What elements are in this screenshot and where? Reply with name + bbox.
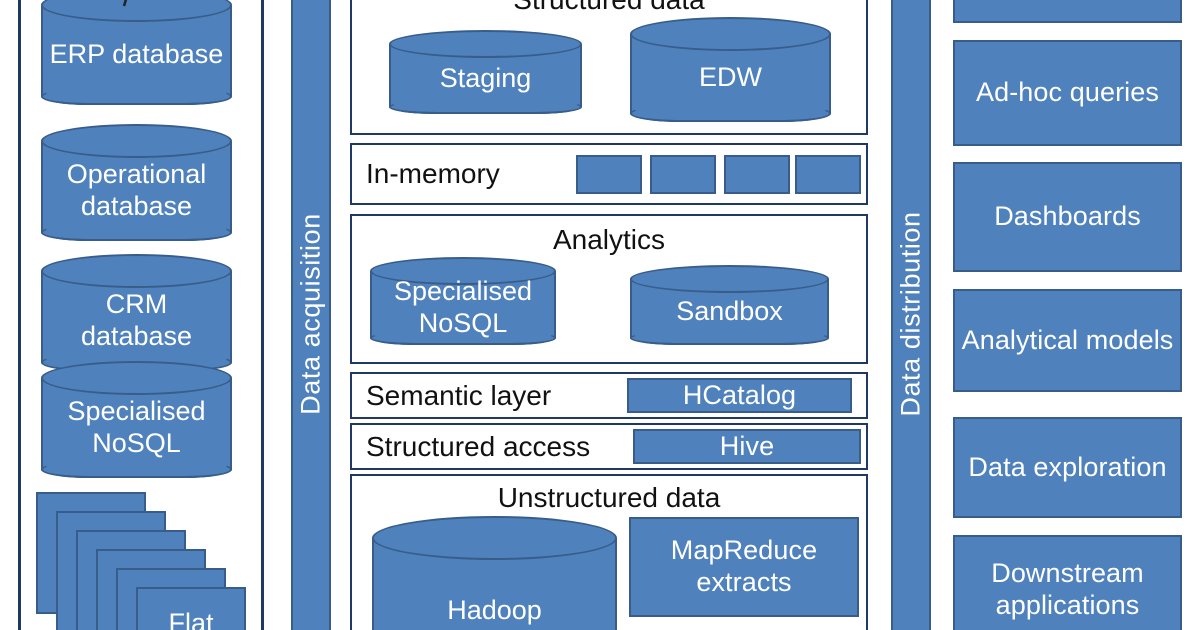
hadoop-label: Hadoop <box>447 595 542 626</box>
staging-label: Staging <box>439 63 532 94</box>
edw-label: EDW <box>699 62 762 93</box>
data-distribution-label: Data distribution <box>895 211 926 417</box>
in-memory-node-4[interactable] <box>795 155 861 194</box>
staging-cylinder[interactable]: Staging <box>389 30 582 114</box>
operational-database-cylinder[interactable]: Operational database <box>41 124 232 241</box>
data-distribution-band[interactable]: Data distribution <box>891 0 931 630</box>
downstream-applications-box[interactable]: Downstream applications <box>953 535 1182 630</box>
operational-database-label: Operational database <box>66 159 207 221</box>
edw-cylinder[interactable]: EDW <box>630 17 831 122</box>
in-memory-node-3[interactable] <box>724 155 790 194</box>
dashboards-box[interactable]: Dashboards <box>953 162 1182 272</box>
unstructured-data-caption: Unstructured data <box>497 482 721 513</box>
hcatalog-box[interactable]: HCatalog <box>627 378 852 413</box>
crm-database-label: CRM database <box>80 289 193 351</box>
data-acquisition-band[interactable]: Data acquisition <box>291 0 331 630</box>
in-memory-node-1[interactable] <box>576 155 642 194</box>
data-exploration-box[interactable]: Data exploration <box>953 417 1182 518</box>
sandbox-cylinder[interactable]: Sandbox <box>630 265 829 345</box>
diagram-canvas: ERP database Operational database CRM da… <box>0 0 1200 630</box>
erp-database-cylinder[interactable]: ERP database <box>41 0 232 105</box>
data-acquisition-label: Data acquisition <box>295 213 326 415</box>
specialised-nosql-source-cylinder[interactable]: Specialised NoSQL <box>41 361 232 478</box>
analytical-models-box[interactable]: Analytical models <box>953 289 1182 392</box>
in-memory-node-2[interactable] <box>650 155 716 194</box>
sandbox-label: Sandbox <box>676 296 783 327</box>
consumer-box-partial[interactable] <box>953 0 1182 23</box>
structured-access-label: Structured access <box>366 430 591 462</box>
specialised-nosql-analytics-cylinder[interactable]: Specialised NoSQL <box>370 257 556 345</box>
hadoop-cylinder[interactable]: Hadoop <box>372 516 617 630</box>
structured-data-caption: Structured data <box>350 0 868 16</box>
semantic-layer-label: Semantic layer <box>366 379 552 411</box>
mapreduce-extracts-box[interactable]: MapReduce extracts <box>629 517 859 617</box>
in-memory-label: In-memory <box>366 158 500 189</box>
crm-database-cylinder[interactable]: CRM database <box>41 254 232 371</box>
specialised-nosql-source-label: Specialised NoSQL <box>67 396 206 458</box>
ad-hoc-queries-box[interactable]: Ad-hoc queries <box>953 40 1182 146</box>
analytics-caption: Analytics <box>552 224 666 255</box>
hive-box[interactable]: Hive <box>633 429 861 464</box>
flat-files-label: Flat <box>168 608 214 630</box>
specialised-nosql-analytics-label: Specialised NoSQL <box>393 276 533 338</box>
cylinder-top <box>372 516 617 560</box>
erp-database-label: ERP database <box>49 39 224 70</box>
